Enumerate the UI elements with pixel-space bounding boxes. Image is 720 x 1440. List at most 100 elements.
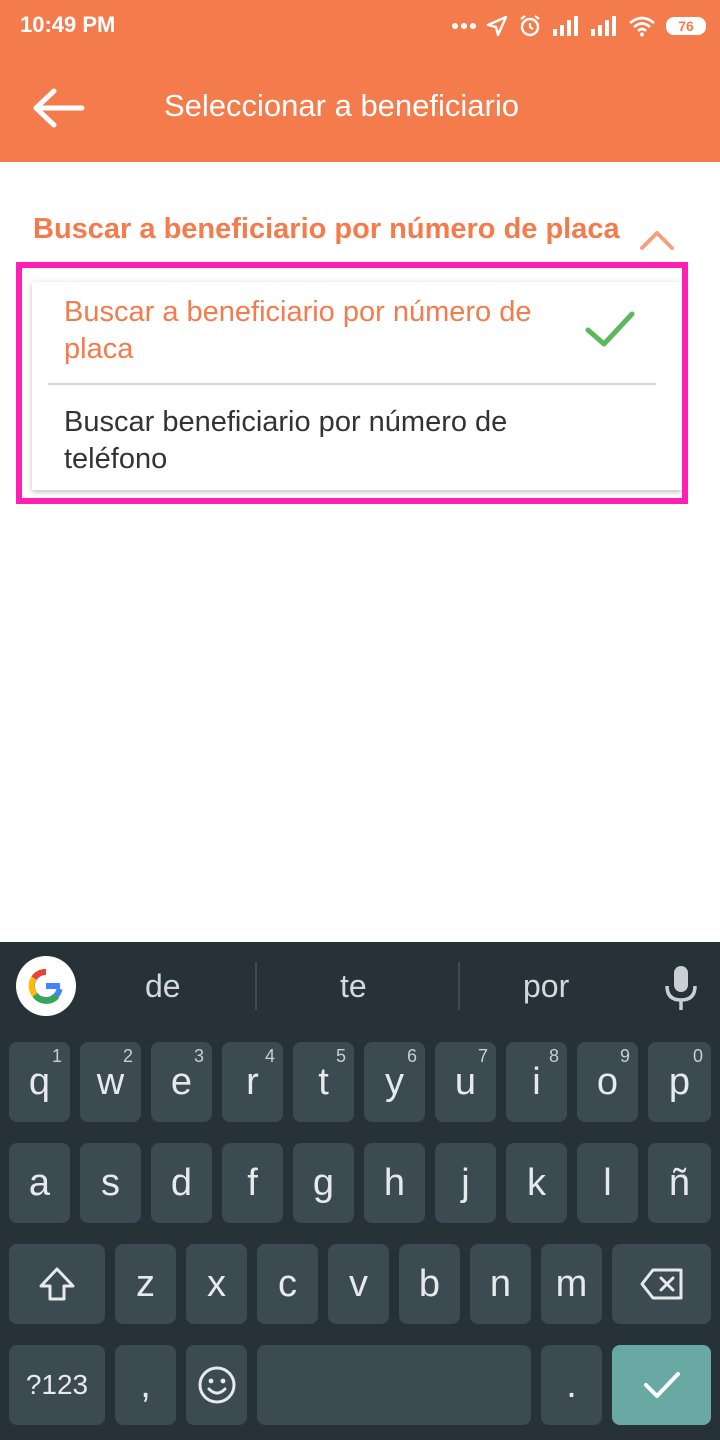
key-n[interactable]: n [470, 1244, 531, 1324]
suggestion-bar: de te por [0, 942, 720, 1034]
key-d[interactable]: d [151, 1143, 212, 1223]
highlight-box [16, 262, 688, 504]
key-hint: 4 [264, 1046, 275, 1066]
suggestion-divider [255, 962, 257, 1010]
key-hint: 7 [477, 1046, 488, 1066]
status-time: 10:49 PM [20, 12, 116, 37]
wifi-icon [629, 16, 655, 37]
mic-icon[interactable] [662, 964, 700, 1012]
suggestion-1[interactable]: de [145, 968, 181, 1005]
key-o[interactable]: o9 [577, 1042, 638, 1122]
key-label: g [312, 1161, 335, 1204]
key-label: w [96, 1060, 125, 1103]
key-r[interactable]: r4 [222, 1042, 283, 1122]
key-i[interactable]: i8 [506, 1042, 567, 1122]
check-icon [643, 1372, 680, 1398]
key-label: y [385, 1060, 404, 1103]
back-arrow-icon [33, 88, 85, 128]
key-enye[interactable]: ñ [648, 1143, 711, 1223]
key-label: . [566, 1363, 577, 1406]
key-g[interactable]: g [293, 1143, 354, 1223]
battery-icon: 76 [666, 17, 706, 35]
signal-icon [553, 16, 578, 36]
suggestion-divider [458, 962, 460, 1010]
key-label: v [349, 1262, 368, 1305]
key-label: ?123 [25, 1369, 89, 1400]
key-label: i [532, 1060, 541, 1103]
key-w[interactable]: w2 [80, 1042, 141, 1122]
more-dots-icon [452, 23, 476, 29]
back-button[interactable] [26, 80, 90, 136]
key-label: z [136, 1262, 155, 1305]
key-l[interactable]: l [577, 1143, 638, 1223]
app-header: Seleccionar a beneficiario [0, 52, 720, 162]
chevron-up-icon[interactable] [638, 224, 676, 254]
search-type-selector[interactable]: Buscar a beneficiario por número de plac… [33, 213, 620, 246]
key-hint: 0 [692, 1046, 703, 1066]
shift-key[interactable] [9, 1244, 105, 1324]
key-label: l [603, 1161, 612, 1204]
key-label: e [170, 1060, 193, 1103]
signal-icon-2 [591, 16, 616, 36]
key-hint: 6 [406, 1046, 417, 1066]
key-hint: 5 [335, 1046, 346, 1066]
comma-key[interactable]: , [115, 1345, 176, 1425]
suggestion-3[interactable]: por [523, 968, 569, 1005]
key-label: t [318, 1060, 329, 1103]
keyboard: de te por q1 w2 e3 r4 t5 y6 u7 i8 o9 p0 … [0, 942, 720, 1440]
key-x[interactable]: x [186, 1244, 247, 1324]
key-h[interactable]: h [364, 1143, 425, 1223]
key-label: b [418, 1262, 441, 1305]
symbols-key[interactable]: ?123 [9, 1345, 105, 1425]
emoji-key[interactable] [186, 1345, 247, 1425]
key-f[interactable]: f [222, 1143, 283, 1223]
key-v[interactable]: v [328, 1244, 389, 1324]
key-j[interactable]: j [435, 1143, 496, 1223]
backspace-icon [640, 1268, 682, 1300]
key-b[interactable]: b [399, 1244, 460, 1324]
key-hint: 9 [619, 1046, 630, 1066]
google-logo-icon[interactable] [16, 956, 76, 1016]
key-label: x [207, 1262, 226, 1305]
key-e[interactable]: e3 [151, 1042, 212, 1122]
key-a[interactable]: a [9, 1143, 70, 1223]
key-k[interactable]: k [506, 1143, 567, 1223]
key-u[interactable]: u7 [435, 1042, 496, 1122]
key-hint: 1 [51, 1046, 62, 1066]
backspace-key[interactable] [612, 1244, 711, 1324]
status-bar: 10:49 PM 76 [0, 0, 720, 52]
key-label: d [170, 1161, 193, 1204]
key-label: h [383, 1161, 406, 1204]
key-m[interactable]: m [541, 1244, 602, 1324]
key-q[interactable]: q1 [9, 1042, 70, 1122]
key-label: m [555, 1262, 588, 1305]
key-z[interactable]: z [115, 1244, 176, 1324]
key-label: ñ [668, 1161, 691, 1204]
key-c[interactable]: c [257, 1244, 318, 1324]
key-label: p [668, 1060, 691, 1103]
key-label: r [246, 1060, 259, 1103]
key-label: u [454, 1060, 477, 1103]
enter-key[interactable] [612, 1345, 711, 1425]
key-label: a [28, 1161, 51, 1204]
status-icons: 76 [452, 10, 706, 42]
key-label: k [527, 1161, 546, 1204]
key-s[interactable]: s [80, 1143, 141, 1223]
key-t[interactable]: t5 [293, 1042, 354, 1122]
alarm-icon [520, 15, 540, 37]
key-hint: 8 [548, 1046, 559, 1066]
key-label: n [489, 1262, 512, 1305]
key-label: s [101, 1161, 120, 1204]
page-title: Seleccionar a beneficiario [164, 88, 519, 123]
key-p[interactable]: p0 [648, 1042, 711, 1122]
key-label: f [247, 1161, 258, 1204]
key-y[interactable]: y6 [364, 1042, 425, 1122]
shift-icon [39, 1267, 75, 1301]
space-key[interactable] [257, 1345, 531, 1425]
suggestion-2[interactable]: te [340, 968, 367, 1005]
key-label: j [461, 1161, 470, 1204]
key-label: , [140, 1363, 151, 1406]
google-g-icon [28, 968, 63, 1004]
period-key[interactable]: . [541, 1345, 602, 1425]
key-label: o [596, 1060, 619, 1103]
